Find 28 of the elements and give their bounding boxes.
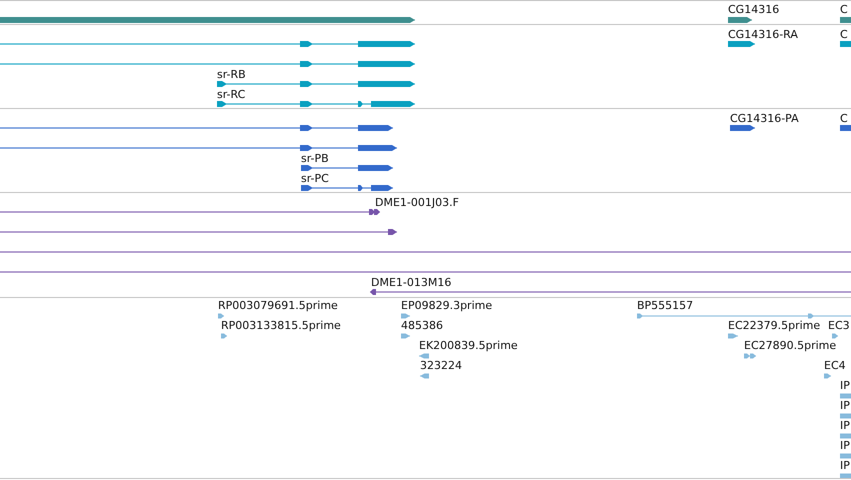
feature-label: EC4 bbox=[824, 359, 846, 372]
feature-label: CG14316-RA bbox=[728, 28, 798, 41]
feature-label: DME1-001J03.F bbox=[375, 196, 459, 209]
feature-label: sr-RB bbox=[217, 68, 246, 81]
feature-label: EK200839.5prime bbox=[419, 339, 518, 352]
feature-label: RP003133815.5prime bbox=[221, 319, 341, 332]
feature-label: C bbox=[840, 3, 848, 16]
feature-label: C bbox=[840, 28, 848, 41]
feature-label: 485386 bbox=[401, 319, 443, 332]
feature-label: BP555157 bbox=[637, 299, 694, 312]
feature-label: DME1-013M16 bbox=[371, 276, 452, 289]
feature-label: IP bbox=[840, 439, 850, 452]
feature-label: sr-RC bbox=[217, 88, 246, 101]
feature-label: IP bbox=[840, 419, 850, 432]
feature-label: EC3 bbox=[828, 319, 850, 332]
feature-label: EC22379.5prime bbox=[728, 319, 820, 332]
feature-label: IP bbox=[840, 399, 850, 412]
feature-label: IP bbox=[840, 379, 850, 392]
feature-label: EC27890.5prime bbox=[744, 339, 836, 352]
feature-label: IP bbox=[840, 459, 850, 472]
feature-label: C bbox=[840, 112, 848, 125]
feature-label: CG14316-PA bbox=[730, 112, 799, 125]
feature-label: sr-PB bbox=[301, 152, 329, 165]
feature-label: RP003079691.5prime bbox=[218, 299, 338, 312]
feature-label: EP09829.3prime bbox=[401, 299, 492, 312]
feature-label: 323224 bbox=[420, 359, 462, 372]
feature-label: sr-PC bbox=[301, 172, 329, 185]
feature-label: CG14316 bbox=[728, 3, 780, 16]
